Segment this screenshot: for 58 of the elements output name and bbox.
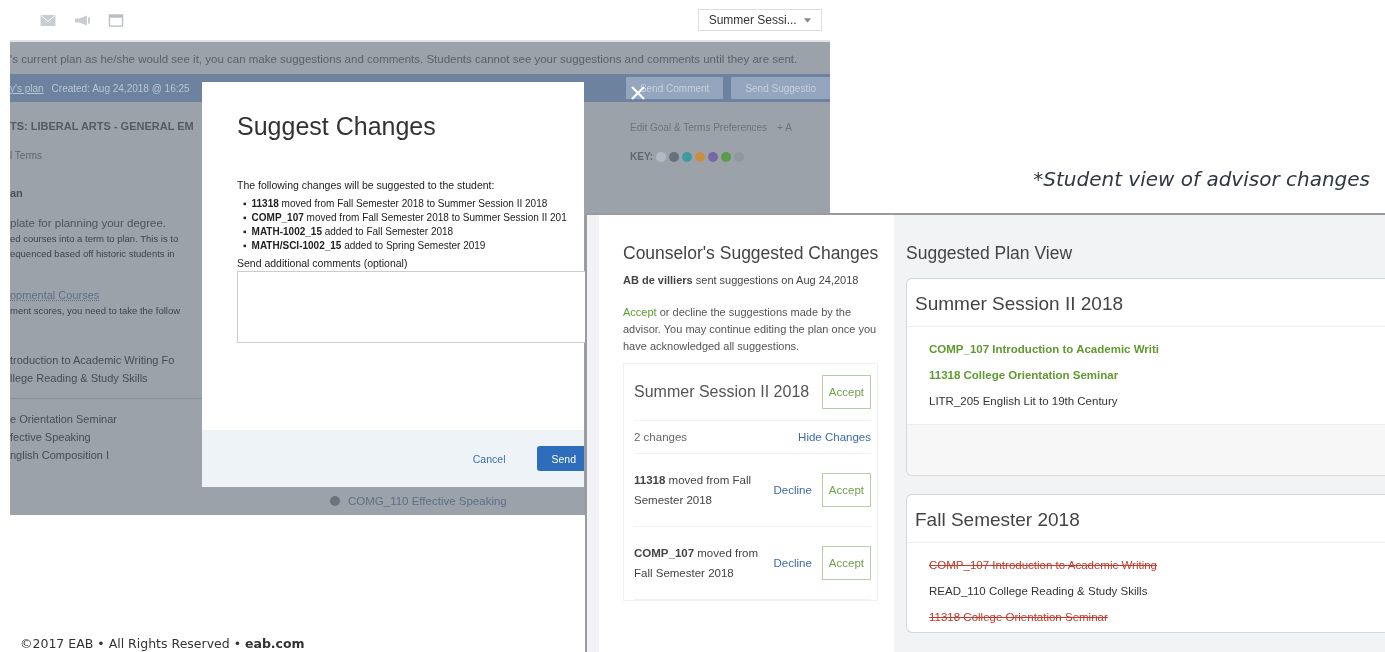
created-date: Created: Aug 24,2018 @ 16:25: [51, 82, 190, 94]
course-name: 11318 College Orientation Seminar: [929, 368, 1120, 383]
change-text: 11318 moved from Fall Semester 2018: [634, 473, 752, 508]
copyright-footer: ©2017 EAB • All Rights Reserved • eab.com: [20, 636, 305, 651]
accept-button[interactable]: Accept: [821, 546, 871, 580]
change-item: MATH/SCI-1002_15 added to Spring Semester 2019: [251, 239, 486, 253]
course-name: fective Speaking: [10, 431, 92, 443]
course-name: LITR_205 English Lit to 19th Century: [929, 394, 1119, 409]
bullet-marker: ▪: [243, 197, 247, 211]
change-text: COMP_107 moved from Fall Semester 2018: [634, 546, 759, 581]
section-text: ment scores, you need to take the follow: [10, 305, 182, 316]
window-icon[interactable]: [108, 13, 124, 27]
caret-icon: [804, 18, 811, 24]
change-item: 11318 moved from Fall Semester 2018 to Summer Session II 2018: [251, 197, 548, 211]
decline-link[interactable]: Decline: [773, 484, 812, 496]
dialog-title: Suggest Changes: [237, 112, 437, 141]
section-text: equenced based off historic students in: [10, 248, 176, 259]
instruction-text: Accept or decline the suggestions made by the advisor. You may continue editing the plan once you have acknowledged all suggestions.: [623, 305, 878, 354]
send-button[interactable]: Send: [537, 446, 584, 471]
panel-title: Suggested Plan View: [906, 243, 1073, 264]
course-name: troduction to Academic Writing Fo: [10, 354, 176, 366]
course-name: 11318 College Orientation Seminar: [929, 610, 1109, 625]
megaphone-icon[interactable]: [74, 13, 90, 27]
caption: *Student view of advisor changes: [1033, 167, 1370, 191]
change-count: 2 changes: [634, 431, 688, 443]
dialog-intro: The following changes will be suggested to the student:: [237, 179, 496, 191]
program-heading: TS: LIBERAL ARTS - GENERAL EM: [10, 120, 195, 132]
panel-title: Counselor's Suggested Changes: [623, 243, 879, 264]
term-dropdown[interactable]: Summer Sessi...: [697, 9, 822, 31]
bullet-marker: ▪: [243, 225, 247, 239]
comments-label: Send additional comments (optional): [237, 257, 409, 269]
course-name: COMP_107 Introduction to Academic Writing: [929, 558, 1158, 573]
course-name: READ_110 College Reading & Study Skills: [929, 584, 1149, 599]
term-title: Summer Session II 2018: [907, 279, 1385, 327]
bullet-marker: ▪: [243, 211, 247, 225]
accept-button[interactable]: Accept: [821, 473, 871, 507]
course-name: llege Reading & Study Skills: [10, 372, 149, 384]
term-title: Summer Session II 2018: [634, 383, 810, 401]
course-name: COMP_107 Introduction to Academic Writi: [929, 342, 1161, 357]
section-heading: an: [10, 187, 24, 199]
decline-link[interactable]: Decline: [773, 557, 812, 569]
section-text: plate for planning your degree.: [10, 217, 167, 229]
course-name: nglish Composition I: [10, 449, 111, 461]
course-icon: [330, 496, 340, 506]
section-text: ed courses into a term to plan. This is to: [10, 233, 180, 244]
sender-line: AB de villiers sent suggestions on Aug 24,2018: [623, 274, 860, 286]
info-text: 's current plan as he/she would see it, you can make suggestions and comments. Students cannot see your suggestions and comments until they are sent.: [10, 52, 799, 67]
course-name: COMG_110 Effective Speaking: [348, 495, 507, 507]
accept-button[interactable]: Accept: [821, 375, 871, 409]
change-item: MATH-1002_15 added to Fall Semester 2018: [251, 225, 454, 239]
hide-changes-link[interactable]: Hide Changes: [798, 431, 871, 443]
envelope-icon[interactable]: [40, 13, 56, 27]
term-title: Fall Semester 2018: [907, 495, 1385, 543]
cancel-button[interactable]: Cancel: [466, 451, 512, 466]
plan-link[interactable]: y's plan: [10, 82, 44, 94]
bullet-marker: ▪: [243, 239, 247, 253]
change-item: COMP_107 moved from Fall Semester 2018 to Summer Session II 201: [251, 211, 567, 225]
key-label: KEY:: [630, 151, 654, 162]
